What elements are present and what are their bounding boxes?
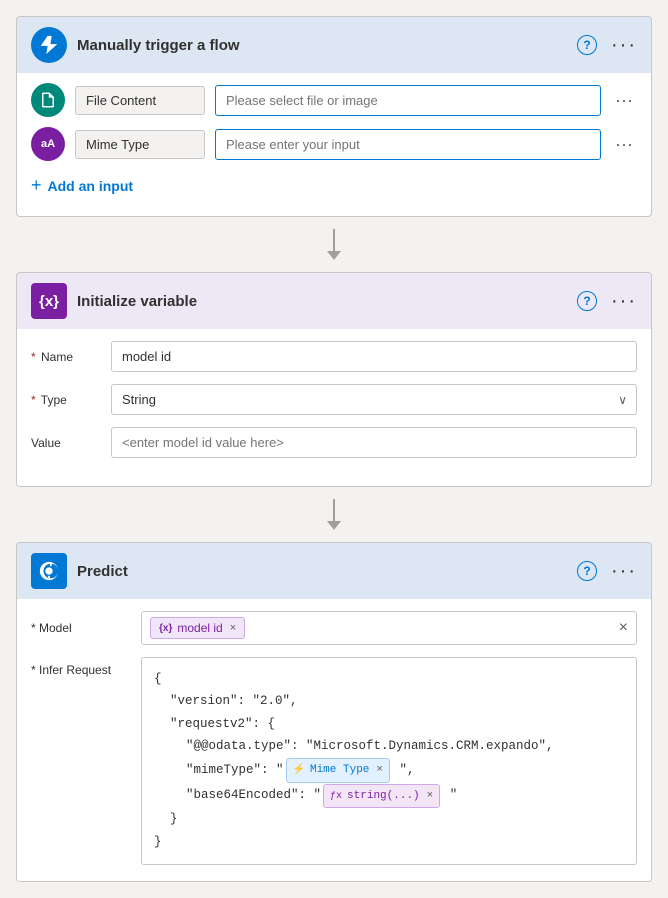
code-text: "requestv2": { [170,714,275,735]
code-text: "@@odata.type": "Microsoft.Dynamics.CRM.… [186,736,554,757]
infer-label: * Infer Request [31,657,131,677]
code-text: } [170,809,178,830]
more-icon: ··· [611,34,637,57]
code-line-5: "base64Encoded": " ƒx string(...) × " [154,784,624,809]
formula-icon-tag: ƒx [330,788,342,805]
string-tag-label: string(...) [347,787,420,806]
init-header-left: {x} Initialize variable [31,283,197,319]
file-content-input[interactable] [215,85,601,116]
name-field-row: * Name [31,341,637,372]
predict-icon [31,553,67,589]
more-icon: ··· [615,90,633,110]
code-text: " [442,785,457,806]
add-input-label: Add an input [48,178,134,194]
string-tag: ƒx string(...) × [323,784,440,809]
trigger-card: Manually trigger a flow ? ··· File Conte… [16,16,652,217]
string-tag-close[interactable]: × [427,787,434,806]
code-line-6: } [154,809,624,830]
trigger-icon-tag: ⚡ [293,762,305,779]
model-tag-container: {x} model id × [150,617,245,639]
type-label: * Type [31,393,101,407]
init-icon: {x} [31,283,67,319]
plus-icon: + [31,175,42,196]
predict-more-button[interactable]: ··· [611,560,637,583]
question-icon: ? [577,291,597,311]
trigger-header-right: ? ··· [577,34,637,57]
more-icon: ··· [611,290,637,313]
trigger-body: File Content ··· aA Mime Type ··· + Add … [17,73,651,216]
trigger-more-button[interactable]: ··· [611,34,637,57]
trigger-icon [31,27,67,63]
code-text: "base64Encoded": " [186,785,321,806]
predict-body: * Model {x} model id × × * Infer Request… [17,599,651,881]
variable-icon: {x} [159,623,172,634]
mime-type-more-button[interactable]: ··· [611,130,637,159]
mime-type-type-icon: aA [31,127,65,161]
trigger-header: Manually trigger a flow ? ··· [17,17,651,73]
init-title: Initialize variable [77,293,197,310]
code-line-4: "mimeType": " ⚡ Mime Type × ", [154,758,624,783]
code-line-2: "requestv2": { [154,714,624,735]
question-icon: ? [577,561,597,581]
model-field-clear-button[interactable]: × [619,619,628,637]
init-variable-card: {x} Initialize variable ? ··· * Name * T… [16,272,652,487]
init-help-button[interactable]: ? [577,291,597,311]
model-id-tag-label: model id [177,621,222,635]
predict-card: Predict ? ··· * Model {x} model id × [16,542,652,882]
mime-type-tag: ⚡ Mime Type × [286,758,390,783]
type-select[interactable]: String Integer Float Boolean Array Objec… [111,384,637,415]
mime-type-tag-close[interactable]: × [376,761,383,780]
mime-type-input[interactable] [215,129,601,160]
infer-request-row: * Infer Request { "version": "2.0", "req… [31,657,637,865]
infer-field[interactable]: { "version": "2.0", "requestv2": { "@@od… [141,657,637,865]
model-field[interactable]: {x} model id × × [141,611,637,645]
name-label: * Name [31,350,101,364]
code-text: { [154,669,162,690]
code-text: } [154,832,162,853]
model-label: * Model [31,621,131,635]
code-line-3: "@@odata.type": "Microsoft.Dynamics.CRM.… [154,736,624,757]
file-content-label: File Content [75,86,205,115]
file-content-row: File Content ··· [31,83,637,117]
add-input-button[interactable]: + Add an input [31,171,133,200]
model-row: * Model {x} model id × × [31,611,637,645]
value-field-row: Value [31,427,637,458]
code-line-7: } [154,832,624,853]
value-input[interactable] [111,427,637,458]
more-icon: ··· [611,560,637,583]
mime-type-label: Mime Type [75,130,205,159]
file-content-more-button[interactable]: ··· [611,86,637,115]
init-more-button[interactable]: ··· [611,290,637,313]
predict-help-button[interactable]: ? [577,561,597,581]
arrow-1 [16,217,652,272]
arrow-2 [16,487,652,542]
init-body: * Name * Type String Integer Float Boole… [17,329,651,486]
mime-type-row: aA Mime Type ··· [31,127,637,161]
mime-type-tag-label: Mime Type [310,761,369,780]
model-id-tag-close[interactable]: × [230,622,236,634]
file-content-type-icon [31,83,65,117]
predict-header-left: Predict [31,553,128,589]
type-field-row: * Type String Integer Float Boolean Arra… [31,384,637,415]
trigger-title: Manually trigger a flow [77,37,240,54]
more-icon: ··· [615,134,633,154]
predict-header-right: ? ··· [577,560,637,583]
name-input[interactable] [111,341,637,372]
code-line-0: { [154,669,624,690]
code-text: "mimeType": " [186,760,284,781]
predict-title: Predict [77,563,128,580]
init-header-right: ? ··· [577,290,637,313]
model-id-tag: {x} model id × [150,617,245,639]
init-header: {x} Initialize variable ? ··· [17,273,651,329]
code-text: ", [392,760,415,781]
trigger-help-button[interactable]: ? [577,35,597,55]
predict-header: Predict ? ··· [17,543,651,599]
type-select-wrapper: String Integer Float Boolean Array Objec… [111,384,637,415]
question-icon: ? [577,35,597,55]
code-line-1: "version": "2.0", [154,691,624,712]
code-text: "version": "2.0", [170,691,298,712]
value-label: Value [31,436,101,450]
trigger-header-left: Manually trigger a flow [31,27,240,63]
